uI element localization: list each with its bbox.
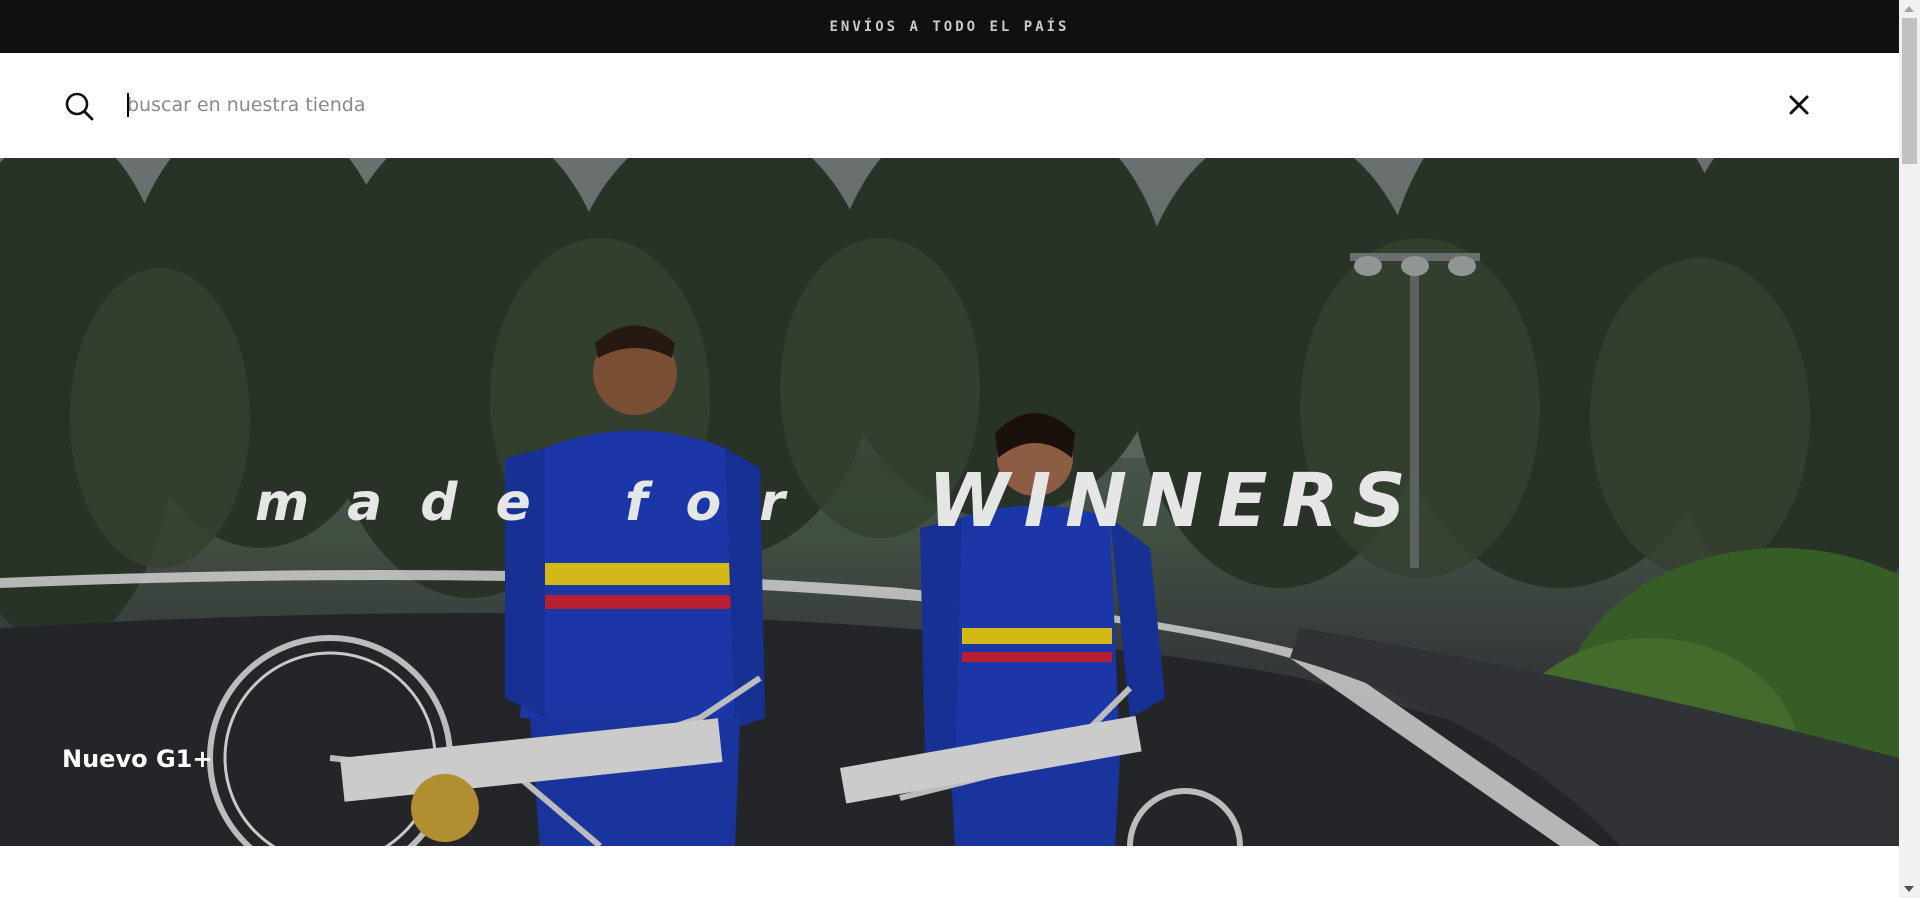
search-input[interactable] bbox=[127, 83, 1727, 127]
hero-headline-winners: WINNERS bbox=[928, 458, 1420, 544]
hero-banner[interactable]: made for WINNERS Nuevo G1+ bbox=[0, 158, 1899, 846]
announcement-bar: ENVÍOS A TODO EL PAÍS bbox=[0, 0, 1899, 53]
page-scrollbar[interactable] bbox=[1899, 0, 1920, 898]
scroll-down-arrow-icon[interactable] bbox=[1904, 886, 1914, 892]
hero-headline-made-for: made for bbox=[255, 473, 823, 533]
search-overlay bbox=[0, 53, 1899, 158]
close-icon[interactable] bbox=[1788, 94, 1810, 116]
announcement-text: ENVÍOS A TODO EL PAÍS bbox=[829, 18, 1070, 35]
content-below-hero bbox=[0, 846, 1899, 898]
hero-caption[interactable]: Nuevo G1+ bbox=[62, 745, 212, 773]
scroll-up-arrow-icon[interactable] bbox=[1904, 6, 1914, 12]
scroll-thumb[interactable] bbox=[1902, 18, 1917, 164]
text-caret bbox=[127, 93, 129, 117]
search-icon[interactable] bbox=[64, 91, 94, 121]
page-viewport: ENVÍOS A TODO EL PAÍS buscar en nuestra … bbox=[0, 0, 1899, 898]
